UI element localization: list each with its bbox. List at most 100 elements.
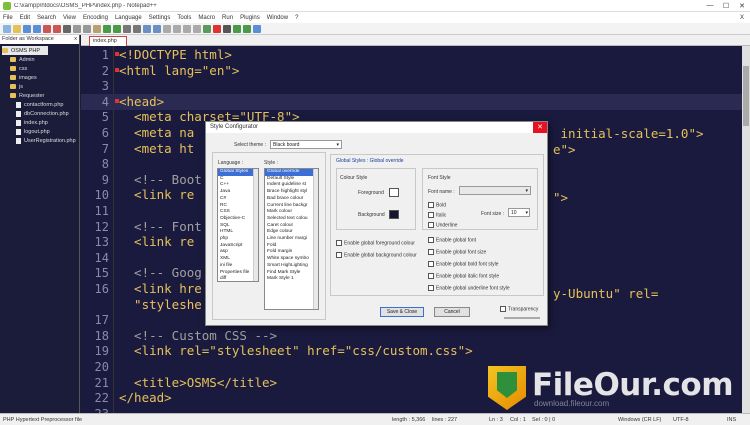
bold-checkbox[interactable]: Bold [428,202,446,208]
redo-icon[interactable] [113,24,121,33]
list-item[interactable]: Bad brace colour [265,196,318,203]
save-all-icon[interactable] [33,24,41,33]
record-macro-icon[interactable] [213,24,221,33]
checkbox-box[interactable] [428,285,434,291]
print-icon[interactable] [63,24,71,33]
vertical-scrollbar[interactable] [742,46,750,413]
enable-global-font-checkbox[interactable]: Enable global font [428,237,476,243]
list-item[interactable]: Smart HighLighting [265,263,318,270]
tree-file[interactable]: logout.php [2,127,79,136]
language-list[interactable]: Global Styles C C++ Java C# RC CSS Objective-C S… [217,168,259,282]
style-list-scrollbar[interactable] [313,169,318,309]
workspace-close-button[interactable]: x [74,35,77,44]
enable-global-bg-checkbox[interactable]: Enable global background colour [336,252,417,258]
stop-macro-icon[interactable] [223,24,231,33]
code-line[interactable]: 19 <link rel="stylesheet" href="css/cust… [81,343,742,359]
list-item[interactable]: C# [218,196,258,203]
list-item[interactable]: CSS [218,209,258,216]
dialog-close-button[interactable]: ✕ [533,122,547,133]
menu-settings[interactable]: Settings [149,15,171,21]
enable-global-fg-checkbox[interactable]: Enable global foreground colour [336,240,415,246]
replace-icon[interactable] [133,24,141,33]
undo-icon[interactable] [103,24,111,33]
code-line[interactable]: 18 <!-- Custom CSS --> [81,328,742,344]
close-all-icon[interactable] [53,24,61,33]
list-item[interactable]: diff [218,276,258,281]
tree-file[interactable]: index.php [2,118,79,127]
code-line[interactable]: 2 <html lang="en"> [81,63,742,79]
menu-view[interactable]: View [63,15,76,21]
paste-icon[interactable] [93,24,101,33]
enable-global-bold-checkbox[interactable]: Enable global bold font style [428,261,499,267]
tree-folder[interactable]: images [2,73,79,82]
tree-folder[interactable]: Requester [2,91,79,100]
menu-language[interactable]: Language [115,15,142,21]
checkbox-box[interactable] [500,306,506,312]
list-item[interactable]: ini file [218,263,258,270]
list-item[interactable]: php [218,236,258,243]
tree-folder[interactable]: Admin [2,55,79,64]
list-item[interactable]: Objective-C [218,216,258,223]
zoom-out-icon[interactable] [153,24,161,33]
maximize-button[interactable]: ☐ [718,2,734,10]
list-item[interactable]: Java [218,189,258,196]
checkbox-box[interactable] [428,237,434,243]
copy-icon[interactable] [83,24,91,33]
list-item[interactable]: JavaScript [218,243,258,250]
menu-edit[interactable]: Edit [20,15,30,21]
tab-index-php[interactable]: index.php [89,36,127,46]
transparency-slider[interactable] [504,317,540,319]
checkbox-box[interactable] [428,222,434,228]
list-item[interactable]: XML [218,256,258,263]
checkbox-box[interactable] [336,240,342,246]
menu-search[interactable]: Search [37,15,56,21]
list-item[interactable]: Brace highlight styl [265,189,318,196]
list-item[interactable]: Global override [265,169,318,176]
close-icon[interactable] [43,24,51,33]
list-item[interactable]: Selected text colou [265,216,318,223]
enable-global-italic-checkbox[interactable]: Enable global italic font style [428,273,499,279]
save-icon[interactable] [23,24,31,33]
find-icon[interactable] [123,24,131,33]
code-line[interactable]: 3 [81,78,742,94]
transparency-checkbox[interactable]: Transparency [500,306,538,312]
list-item[interactable]: Mark colour [265,209,318,216]
run-macro-icon[interactable] [243,24,251,33]
theme-select[interactable]: Black board ▾ [270,140,342,149]
tree-folder[interactable]: js [2,82,79,91]
background-color-swatch[interactable] [389,210,399,219]
menu-encoding[interactable]: Encoding [83,15,108,21]
style-list[interactable]: Global override Default Style Indent guide… [264,168,319,310]
menu-tools[interactable]: Tools [177,15,191,21]
cut-icon[interactable] [73,24,81,33]
menu-macro[interactable]: Macro [198,15,215,21]
code-line[interactable]: 1 <!DOCTYPE html> [81,47,742,63]
italic-checkbox[interactable]: Italic [428,212,446,218]
font-name-select[interactable]: ▾ [459,186,531,195]
open-file-icon[interactable] [13,24,21,33]
menu-window[interactable]: Window [267,15,288,21]
checkbox-box[interactable] [336,252,342,258]
tree-file[interactable]: UserRegistration.php [2,136,79,145]
tree-folder[interactable]: css [2,64,79,73]
scroll-thumb[interactable] [743,66,749,126]
close-document-button[interactable]: X [740,15,744,21]
cancel-button[interactable]: Cancel [434,307,470,317]
menu-help[interactable]: ? [295,15,298,21]
play-macro-icon[interactable] [233,24,241,33]
checkbox-box[interactable] [428,249,434,255]
checkbox-box[interactable] [428,273,434,279]
minimize-button[interactable]: — [702,2,718,9]
enable-global-font-size-checkbox[interactable]: Enable global font size [428,249,486,255]
indent-guide-icon[interactable] [193,24,201,33]
font-size-select[interactable]: 10 ▾ [508,208,530,217]
menu-file[interactable]: File [3,15,13,21]
tree-file[interactable]: contactform.php [2,100,79,109]
checkbox-box[interactable] [428,212,434,218]
foreground-color-swatch[interactable] [389,188,399,197]
tree-file[interactable]: dbConnection.php [2,109,79,118]
folder-workspace-icon[interactable] [203,24,211,33]
underline-checkbox[interactable]: Underline [428,222,457,228]
language-list-scrollbar[interactable] [253,169,258,281]
close-window-button[interactable]: ✕ [734,2,750,10]
